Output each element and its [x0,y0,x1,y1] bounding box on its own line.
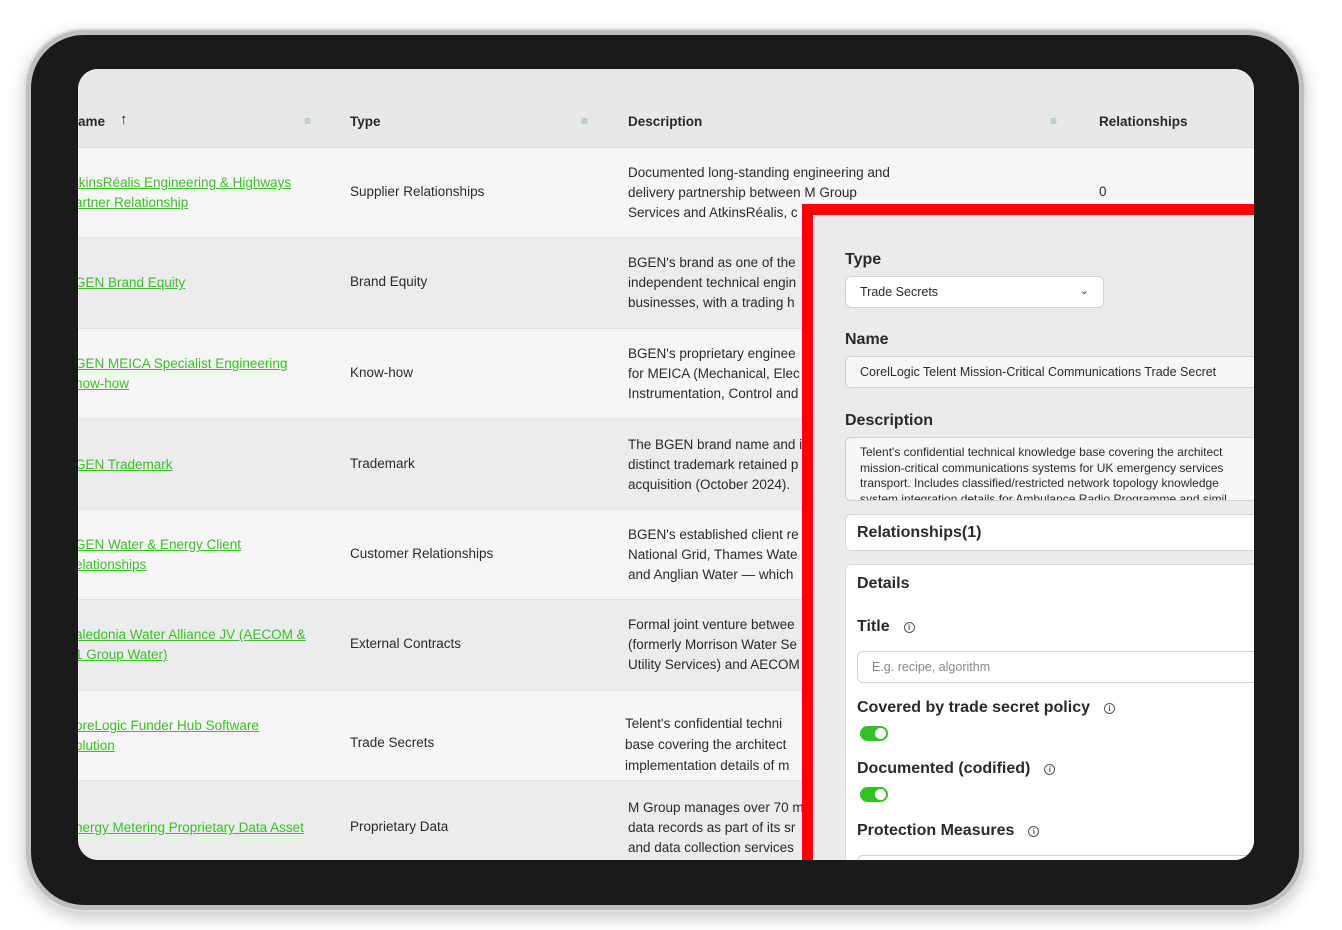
column-header-type[interactable]: Type [350,114,381,129]
asset-name-link[interactable]: tkinsRéalis Engineering & Highways artne… [78,173,320,213]
details-label: Details [857,575,910,592]
description-label: Description [845,412,934,429]
asset-type: Brand Equity [350,274,428,289]
asset-name-link[interactable]: oreLogic Funder Hub Software olution [78,716,320,756]
asset-name-link[interactable]: GEN Trademark [78,455,320,475]
asset-name-link[interactable]: GEN Water & Energy Client elationships [78,535,320,575]
asset-type: Know-how [350,365,414,380]
description-textarea[interactable]: Telent's confidential technical knowledg… [845,437,1254,501]
name-label: Name [845,331,889,348]
asset-name-link[interactable]: GEN MEICA Specialist Engineering now-how [78,354,320,394]
info-icon[interactable]: i [1044,764,1056,775]
covered-policy-label: Covered by trade secret policy i [857,699,1115,717]
asset-type: Trademark [350,456,415,471]
info-icon[interactable]: i [1028,826,1040,837]
asset-name-link[interactable]: GEN Brand Equity [78,273,320,293]
asset-type: External Contracts [350,636,462,651]
protection-measures-input[interactable] [857,855,1254,860]
type-select[interactable]: Trade Secrets ⌄ [845,276,1104,308]
asset-edit-panel: Type Trade Secrets ⌄ Name CorelLogic Tel… [802,204,1254,860]
filter-icon[interactable]: ≡ [304,114,311,128]
filter-icon[interactable]: ≡ [581,114,588,128]
protection-measures-label: Protection Measures i [857,822,1040,840]
asset-type: Customer Relationships [350,546,494,561]
documented-label: Documented (codified) i [857,760,1056,778]
details-section: Details Title i E.g. recipe, algorithm Co… [845,564,1254,860]
asset-name-link[interactable]: aledonia Water Alliance JV (AECOM & 1 Gr… [78,625,320,665]
column-header-description[interactable]: Description [628,114,702,129]
info-icon[interactable]: i [1103,703,1115,714]
column-header-relationships[interactable]: Relationships [1099,114,1188,129]
title-field-label: Title i [857,618,915,636]
asset-name-link[interactable]: nergy Metering Proprietary Data Asset [78,818,320,838]
app-screen: ame ↑ ≡ Type ≡ Description ≡ Relationshi… [78,69,1254,860]
relationships-section[interactable]: Relationships(1) [845,514,1254,551]
type-label: Type [845,251,882,268]
covered-policy-toggle[interactable] [860,726,888,741]
asset-type: Trade Secrets [350,735,435,750]
sort-ascending-icon[interactable]: ↑ [120,111,128,128]
column-header-name[interactable]: ame [78,114,105,129]
chevron-down-icon: ⌄ [1079,285,1089,297]
name-input[interactable]: CorelLogic Telent Mission-Critical Commu… [845,356,1254,388]
documented-toggle[interactable] [860,787,888,802]
table-header: ame ↑ ≡ Type ≡ Description ≡ Relationshi… [78,69,1254,148]
asset-type: Proprietary Data [350,819,449,834]
relationship-count: 0 [1099,184,1107,199]
info-icon[interactable]: i [903,622,915,633]
filter-icon[interactable]: ≡ [1050,114,1057,128]
title-input[interactable]: E.g. recipe, algorithm [857,651,1254,683]
asset-type: Supplier Relationships [350,184,485,199]
relationships-label[interactable]: Relationships(1) [857,524,981,542]
